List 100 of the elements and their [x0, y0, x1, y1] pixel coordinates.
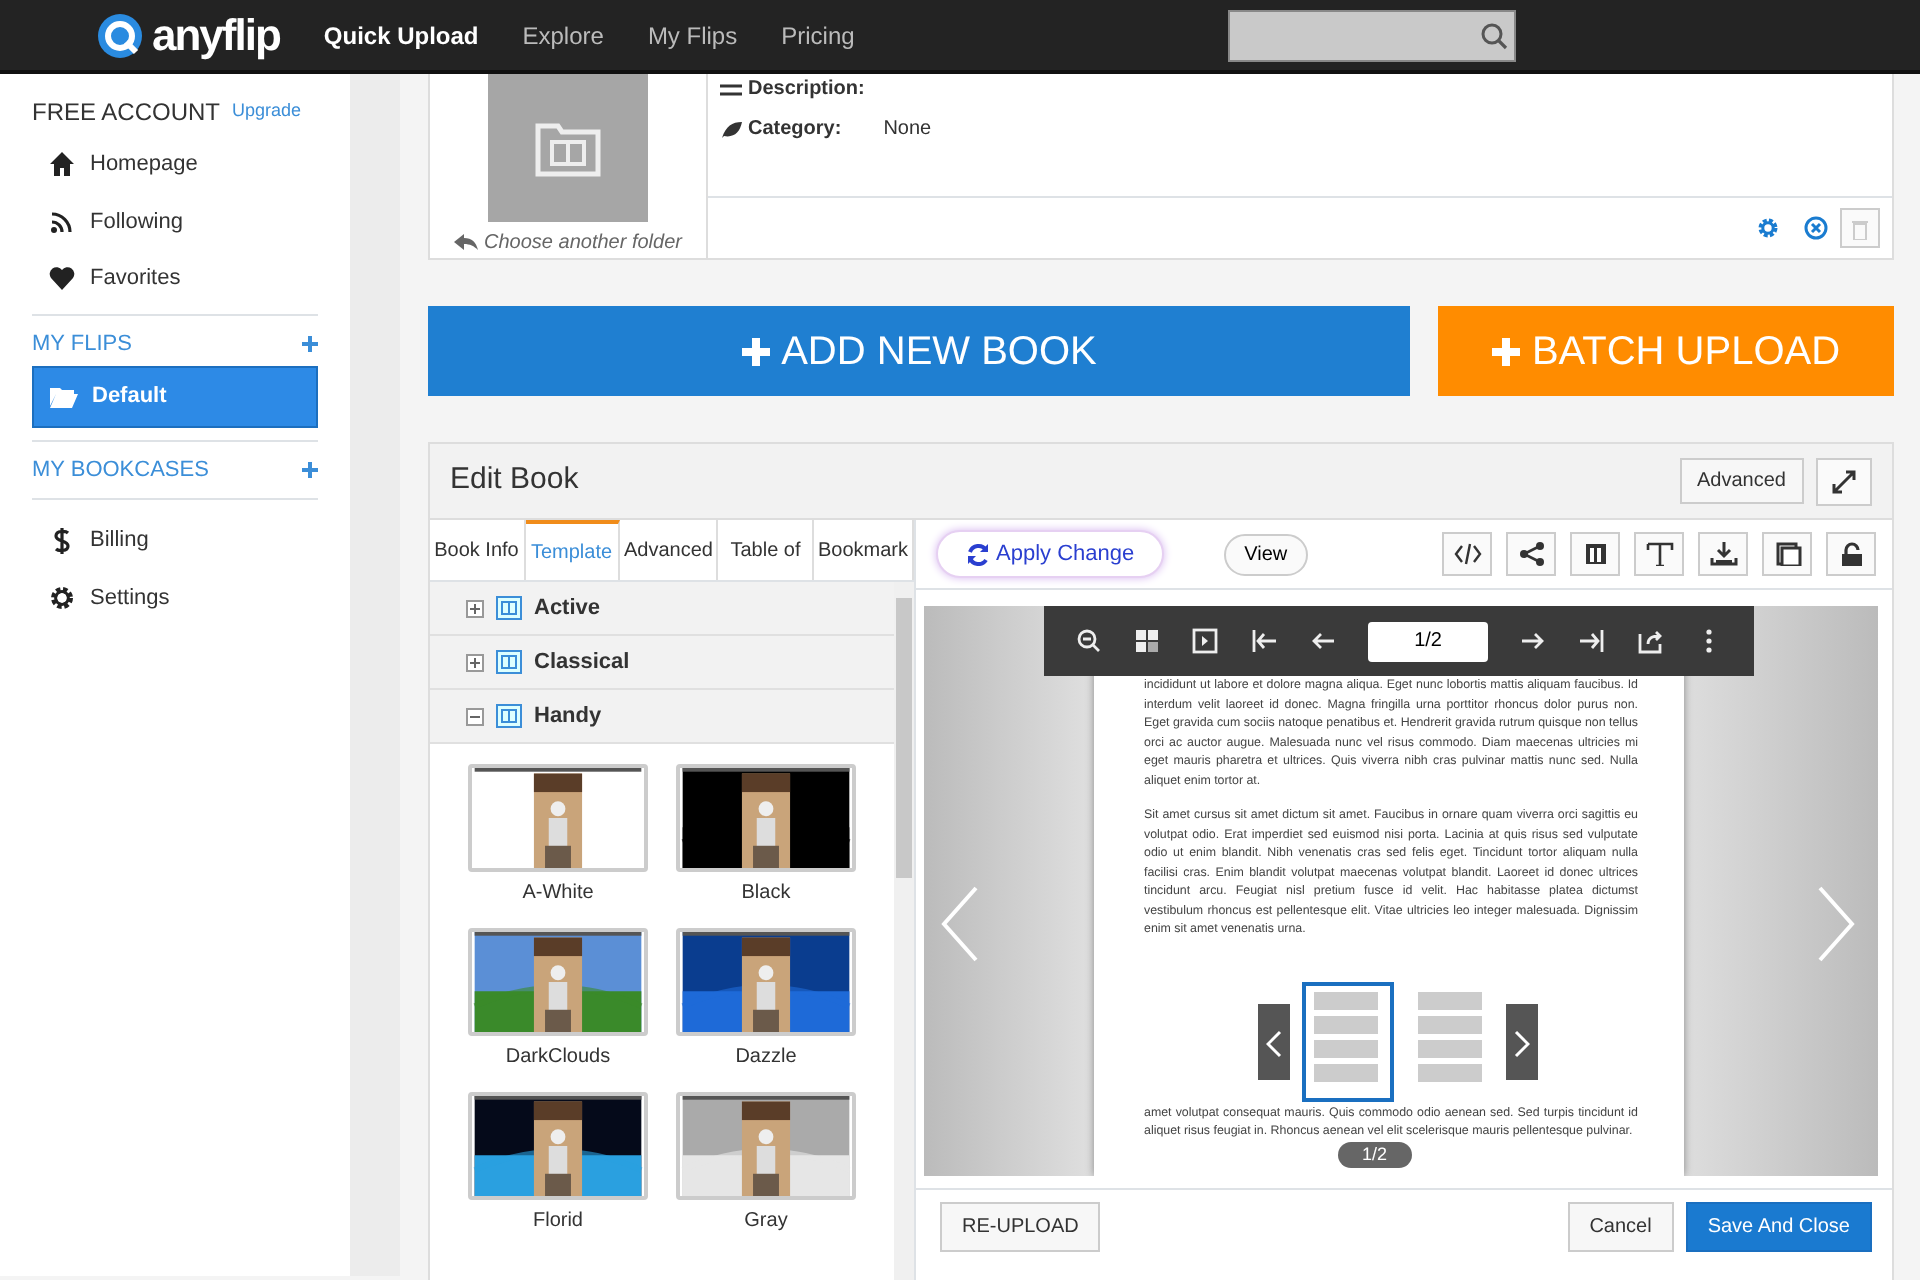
description-label: Description: — [748, 78, 865, 102]
toolbar-button[interactable] — [1826, 532, 1876, 576]
chevron-right-icon — [1514, 1029, 1530, 1058]
save-button[interactable]: Save And Close — [1685, 1202, 1872, 1252]
close-icon[interactable] — [1804, 216, 1828, 240]
settings-icon[interactable] — [1756, 216, 1780, 240]
code-icon — [1453, 542, 1481, 566]
chevron-left-icon — [1266, 1029, 1282, 1058]
toolbar-button[interactable] — [1762, 532, 1812, 576]
reupload-button[interactable]: RE-UPLOAD — [940, 1202, 1101, 1252]
back-icon[interactable] — [1309, 628, 1336, 654]
sidebar-item[interactable]: Favorites — [32, 250, 318, 307]
choose-folder-link[interactable]: Choose another folder — [484, 228, 682, 258]
settings-icon — [48, 583, 76, 612]
toolbar-button[interactable] — [1570, 532, 1620, 576]
search-field[interactable] — [1228, 9, 1516, 61]
panel-title: Edit Book — [450, 460, 579, 501]
trash-icon — [1850, 217, 1870, 239]
toolbar-button[interactable] — [1698, 532, 1748, 576]
group-label: Handy — [534, 701, 602, 732]
sidebar-item[interactable]: Settings — [32, 569, 318, 626]
view-button[interactable]: View — [1224, 533, 1308, 575]
first-page-icon[interactable] — [1251, 628, 1278, 654]
cancel-button[interactable]: Cancel — [1567, 1202, 1674, 1252]
play-icon[interactable] — [1192, 628, 1219, 654]
leaf-icon — [720, 119, 742, 139]
share-icon — [1517, 542, 1545, 566]
nav-link[interactable]: Explore — [522, 17, 604, 53]
expand-icon — [1832, 469, 1856, 493]
list-icon — [720, 81, 742, 99]
plus-icon[interactable] — [302, 335, 318, 352]
grid-icon[interactable] — [1134, 628, 1161, 654]
reply-icon — [454, 234, 479, 252]
apply-change-button[interactable]: Apply Change — [936, 529, 1165, 579]
template-name: Dazzle — [735, 1044, 797, 1072]
scrollbar[interactable] — [894, 582, 914, 1280]
text-icon — [1645, 542, 1673, 566]
thumbnail-nav-button[interactable] — [1258, 1004, 1290, 1080]
logo-icon — [96, 11, 144, 59]
copy-icon — [1773, 542, 1801, 566]
template-name: Black — [741, 880, 791, 908]
template-group[interactable]: Classical — [430, 636, 894, 690]
section-heading: MY FLIPS — [32, 329, 132, 359]
expand-icon[interactable] — [466, 653, 484, 671]
fullscreen-button[interactable] — [1816, 457, 1872, 505]
sidebar-item[interactable]: Homepage — [32, 136, 318, 193]
toolbar-button[interactable] — [1506, 532, 1556, 576]
toolbar-button[interactable] — [1634, 532, 1684, 576]
group-label: Classical — [534, 647, 630, 678]
template-name: Gray — [744, 1208, 788, 1236]
account-label: FREE ACCOUNT — [32, 96, 221, 130]
download-icon — [1709, 542, 1737, 566]
category-value: None — [883, 116, 932, 144]
template-name: DarkClouds — [505, 1044, 611, 1072]
category-label: Category: — [748, 116, 842, 144]
rss-icon — [48, 207, 76, 236]
tab[interactable]: Advanced — [620, 520, 719, 580]
thumbnail-nav-button[interactable] — [1506, 1004, 1538, 1080]
page-number-field[interactable]: 1/2 — [1368, 621, 1489, 661]
template-name: Florid — [532, 1208, 583, 1236]
heart-icon — [48, 264, 76, 293]
share-icon[interactable] — [1637, 628, 1664, 654]
book-icon — [496, 596, 522, 620]
page-thumbnail[interactable] — [1302, 982, 1394, 1102]
folder-item[interactable]: Default — [32, 366, 318, 427]
toolbar-button[interactable] — [1442, 532, 1492, 576]
nav-link[interactable]: Pricing — [781, 17, 855, 53]
folder-icon — [50, 384, 78, 409]
search-icon — [1480, 21, 1508, 49]
plus-icon[interactable] — [302, 461, 318, 478]
expand-icon[interactable] — [466, 599, 484, 617]
sidebar-item[interactable]: Following — [32, 193, 318, 250]
section-heading: MY BOOKCASES — [32, 455, 209, 485]
plus-icon — [741, 337, 770, 365]
book-icon — [1581, 542, 1609, 566]
book-icon — [496, 650, 522, 674]
sidebar-item[interactable]: Billing — [32, 512, 318, 569]
template-group[interactable]: Active — [430, 582, 894, 636]
collapse-icon[interactable] — [466, 707, 484, 725]
plus-icon — [1491, 337, 1520, 365]
page-counter: 1/2 — [1338, 1142, 1412, 1168]
folder-thumbnail[interactable] — [488, 74, 648, 222]
zoom-out-icon[interactable] — [1076, 628, 1103, 654]
nav-link[interactable]: My Flips — [647, 17, 738, 53]
upgrade-link[interactable]: Upgrade — [232, 98, 302, 126]
tab[interactable]: Book Info — [430, 520, 525, 580]
tab[interactable]: Template — [525, 520, 620, 580]
advanced-button[interactable]: Advanced — [1679, 458, 1804, 504]
add-book-button[interactable]: ADD NEW BOOK — [428, 306, 1410, 396]
home-icon — [48, 150, 76, 179]
template-group[interactable]: Handy — [430, 690, 894, 744]
template-name: A-White — [522, 880, 594, 908]
nav-link[interactable]: Quick Upload — [323, 17, 479, 53]
lock-icon — [1837, 542, 1865, 566]
tab[interactable]: Bookmark — [813, 520, 914, 580]
last-page-icon[interactable] — [1578, 628, 1605, 654]
forward-icon[interactable] — [1520, 628, 1547, 654]
folder-book-icon — [534, 118, 602, 178]
brand-logo[interactable]: anyflip — [152, 2, 280, 68]
refresh-icon — [966, 542, 990, 566]
